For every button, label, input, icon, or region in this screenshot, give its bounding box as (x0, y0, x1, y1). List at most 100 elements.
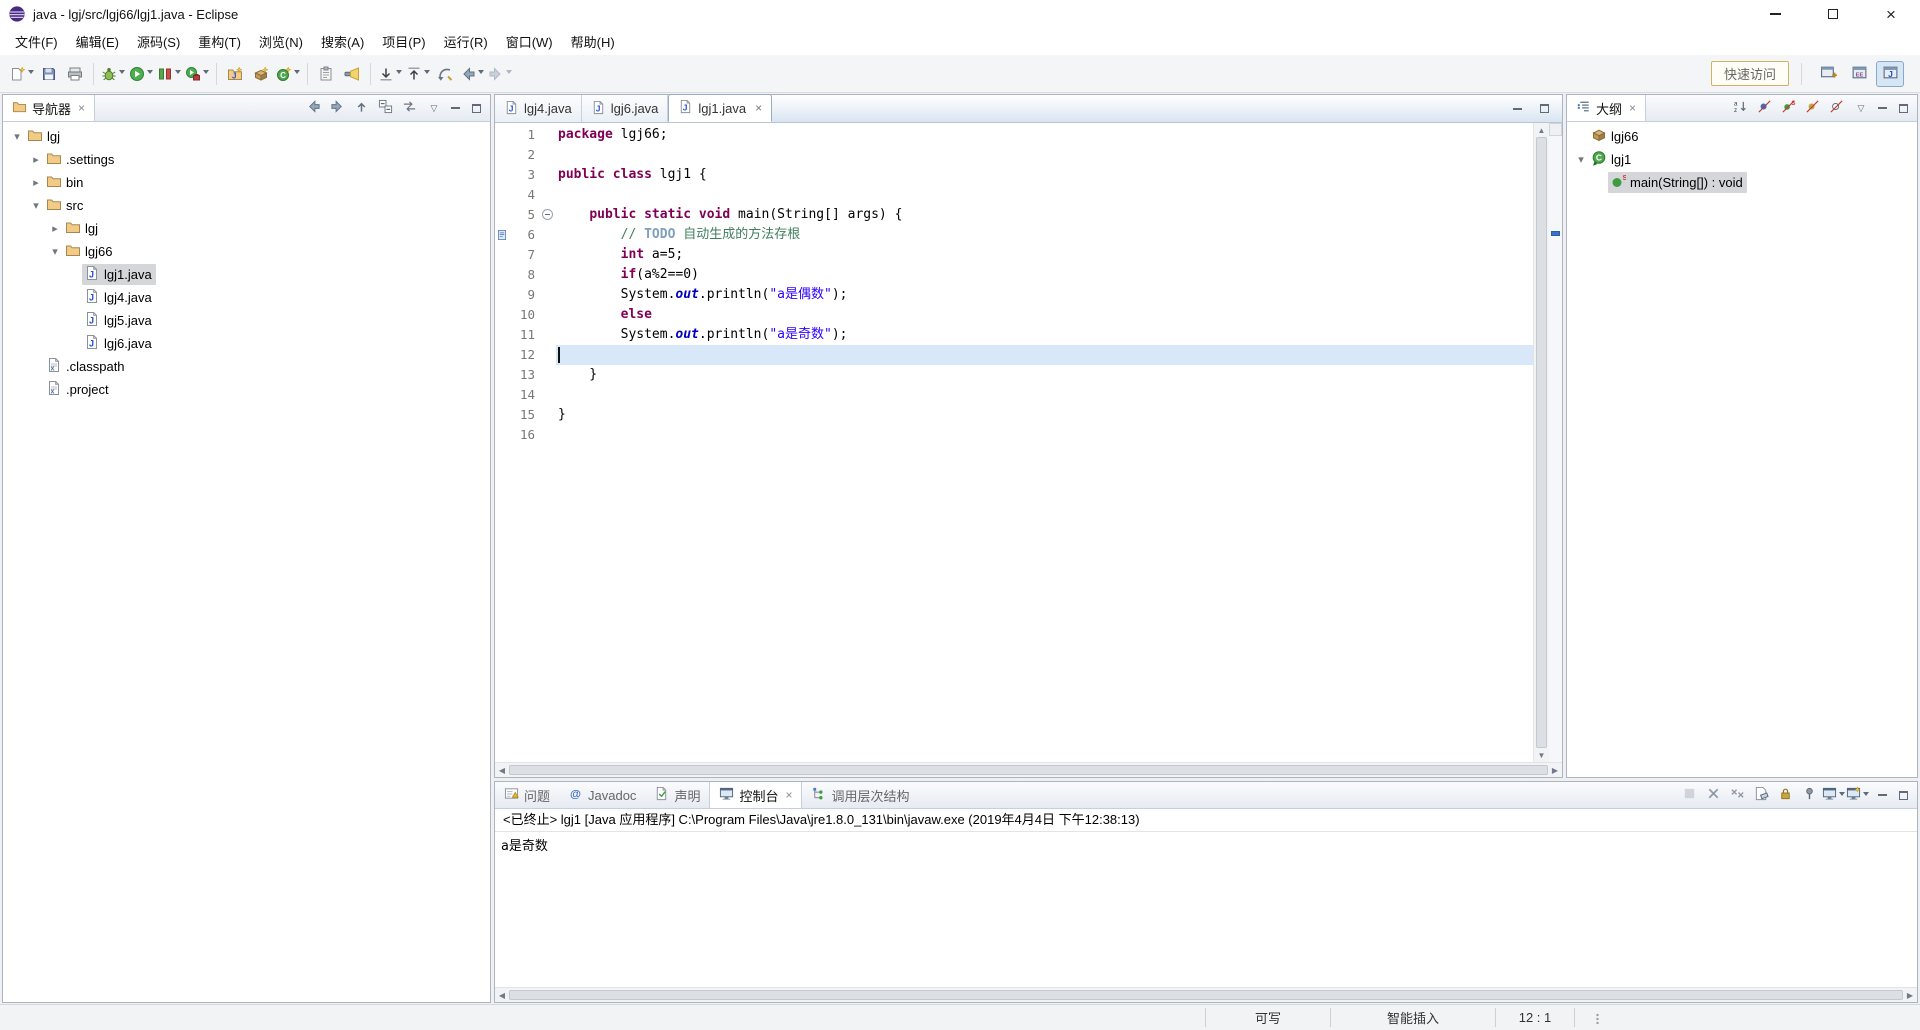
outline-package-lgj66[interactable]: lgj66 (1567, 125, 1917, 148)
overview-ruler-header[interactable] (1549, 123, 1562, 136)
editor-vertical-scrollbar[interactable]: ▲ ▼ (1533, 123, 1549, 762)
collapse-arrow-icon[interactable]: ▾ (47, 245, 63, 258)
hide-fields-button[interactable] (1754, 98, 1775, 119)
code-line-1[interactable]: 1 package lgj66; (495, 125, 1533, 145)
folder-lgj66[interactable]: ▾ lgj66 (3, 240, 490, 263)
menu-run[interactable]: 运行(R) (435, 28, 497, 55)
minimize-view-button[interactable] (1873, 98, 1891, 118)
folder-src[interactable]: ▾ src (3, 194, 490, 217)
minimize-editor-button[interactable] (1508, 99, 1526, 119)
project-lgj[interactable]: ▾ lgj (3, 125, 490, 148)
expand-arrow-icon[interactable]: ▸ (47, 222, 63, 235)
debug-button[interactable] (99, 61, 127, 87)
fold-collapse-icon[interactable] (542, 209, 553, 220)
console-output[interactable]: a是奇数 (495, 832, 1917, 987)
close-window-button[interactable]: × (1862, 0, 1920, 28)
code-line-3[interactable]: 3 public class lgj1 { (495, 165, 1533, 185)
code-line-8[interactable]: 8 if(a%2==0) (495, 265, 1533, 285)
code-line-12[interactable]: 12 (495, 345, 1533, 365)
view-menu-icon[interactable]: ▽ (425, 98, 443, 118)
outline-method-main[interactable]: Smain(String[]) : void (1567, 171, 1917, 194)
menu-source[interactable]: 源码(S) (128, 28, 189, 55)
close-view-icon[interactable]: × (1629, 101, 1636, 115)
code-line-15[interactable]: 15} (495, 405, 1533, 425)
minimize-view-button[interactable] (1873, 785, 1891, 805)
quick-access-box[interactable]: 快速访问 (1710, 61, 1789, 86)
scroll-down-icon[interactable]: ▼ (1534, 748, 1549, 762)
maximize-window-button[interactable] (1804, 0, 1862, 28)
sort-button[interactable]: az (1730, 98, 1751, 119)
close-view-icon[interactable]: × (785, 788, 792, 802)
tab-javadoc[interactable]: @ Javadoc (559, 782, 645, 808)
folder-lgj[interactable]: ▸ lgj (3, 217, 490, 240)
hide-static-members-button[interactable]: S (1778, 98, 1799, 119)
tab-lgj1-java[interactable]: Jlgj1.java × (668, 94, 773, 122)
last-edit-location-button[interactable] (432, 61, 458, 87)
code-line-10[interactable]: 10 else (495, 305, 1533, 325)
up-button[interactable] (351, 98, 372, 119)
display-selected-console-button[interactable] (1822, 785, 1845, 806)
link-with-editor-button[interactable] (399, 98, 420, 119)
file-lgj5-java[interactable]: Jlgj5.java (3, 309, 490, 332)
minimize-window-button[interactable] (1746, 0, 1804, 28)
menu-window[interactable]: 窗口(W) (497, 28, 562, 55)
code-editor[interactable]: 1 package lgj66; 2 3 public class lgj1 {4 5 p… (495, 123, 1562, 762)
file-lgj6-java[interactable]: Jlgj6.java (3, 332, 490, 355)
minimize-view-button[interactable] (446, 98, 464, 118)
menu-edit[interactable]: 编辑(E) (67, 28, 128, 55)
console-horizontal-scrollbar[interactable]: ◀ ▶ (495, 987, 1917, 1002)
file-project[interactable]: x .project (3, 378, 490, 401)
tab-lgj6-java[interactable]: Jlgj6.java (581, 95, 669, 122)
scroll-left-icon[interactable]: ◀ (495, 763, 509, 777)
maximize-view-button[interactable] (467, 98, 485, 118)
horizontal-scroll-thumb[interactable] (509, 990, 1903, 1000)
pin-console-button[interactable] (1799, 785, 1820, 806)
outline-class-lgj1[interactable]: ▾ Clgj1 (1567, 148, 1917, 171)
menu-navigate[interactable]: 浏览(N) (250, 28, 312, 55)
navigator-view-tab[interactable]: 导航器 × (3, 95, 96, 121)
tab-call-hierarchy[interactable]: 调用层次结构 (802, 782, 918, 808)
remove-all-launches-button[interactable] (1727, 785, 1748, 806)
file-classpath[interactable]: x .classpath (3, 355, 490, 378)
new-java-project-button[interactable]: J (222, 61, 248, 87)
collapse-arrow-icon[interactable]: ▾ (28, 199, 44, 212)
hide-non-public-members-button[interactable] (1802, 98, 1823, 119)
menu-help[interactable]: 帮助(H) (562, 28, 624, 55)
code-line-7[interactable]: 7 int a=5; (495, 245, 1533, 265)
tab-declaration[interactable]: 声明 (645, 782, 709, 808)
folder-bin[interactable]: ▸ bin (3, 171, 490, 194)
scroll-left-icon[interactable]: ◀ (495, 988, 509, 1002)
maximize-view-button[interactable] (1894, 785, 1912, 805)
scroll-up-icon[interactable]: ▲ (1534, 123, 1549, 137)
open-task-button[interactable] (313, 61, 339, 87)
code-line-5[interactable]: 5 public static void main(String[] args)… (495, 205, 1533, 225)
back-history-button[interactable] (458, 61, 486, 87)
editor-horizontal-scrollbar[interactable]: ◀ ▶ (495, 762, 1562, 777)
tab-console[interactable]: 控制台 × (709, 782, 803, 808)
open-console-button[interactable] (1846, 785, 1869, 806)
perspective-java-button[interactable]: J (1876, 60, 1904, 87)
clear-console-button[interactable] (1751, 785, 1772, 806)
scroll-lock-button[interactable] (1775, 785, 1796, 806)
collapse-all-button[interactable] (375, 98, 396, 119)
tab-lgj4-java[interactable]: Jlgj4.java (495, 95, 582, 122)
scroll-right-icon[interactable]: ▶ (1903, 988, 1917, 1002)
back-button[interactable] (303, 98, 324, 119)
close-tab-icon[interactable]: × (755, 101, 762, 115)
code-line-14[interactable]: 14 (495, 385, 1533, 405)
code-line-6[interactable]: 6 // TODO 自动生成的方法存根 (495, 225, 1533, 245)
coverage-button[interactable] (155, 61, 183, 87)
perspective-javaee-button[interactable]: EE (1845, 61, 1873, 87)
maximize-editor-button[interactable] (1535, 99, 1553, 119)
view-menu-icon[interactable]: ▽ (1852, 98, 1870, 118)
save-button[interactable] (36, 61, 62, 87)
code-line-4[interactable]: 4 (495, 185, 1533, 205)
file-lgj4-java[interactable]: Jlgj4.java (3, 286, 490, 309)
next-annotation-button[interactable] (376, 61, 404, 87)
run-external-tools-button[interactable] (183, 61, 211, 87)
outline-view-tab[interactable]: 大纲 × (1567, 95, 1647, 121)
horizontal-scroll-thumb[interactable] (509, 765, 1548, 775)
terminate-button[interactable] (1679, 785, 1700, 806)
hide-local-types-button[interactable] (1826, 98, 1847, 119)
expand-arrow-icon[interactable]: ▸ (28, 153, 44, 166)
